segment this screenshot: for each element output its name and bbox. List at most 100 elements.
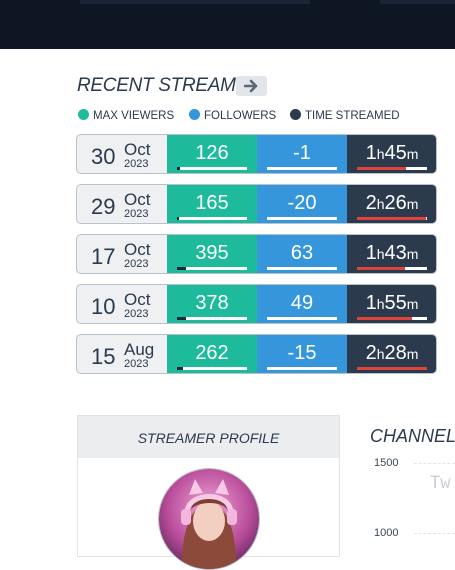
- stream-row[interactable]: 30 Oct 2023 126 -1 1h45m: [76, 134, 437, 174]
- legend-label: FOLLOWERS: [204, 110, 277, 122]
- followers-bar: [267, 317, 337, 320]
- max-viewers-value: 378: [195, 292, 229, 314]
- stream-day: 29: [91, 194, 116, 219]
- followers-bar: [267, 367, 337, 370]
- hours-unit: h: [376, 246, 385, 262]
- nav-strip: [80, 0, 310, 4]
- time-streamed-cell: 2h26m: [347, 185, 436, 223]
- stream-day: 10: [91, 294, 116, 319]
- viewers-bar-fill: [177, 267, 187, 270]
- minutes-unit: m: [406, 146, 419, 162]
- viewers-bar: [177, 317, 247, 320]
- time-bar: [357, 167, 427, 170]
- hours-unit: h: [376, 296, 385, 312]
- viewers-bar-fill: [177, 217, 179, 220]
- followers-value: -20: [287, 192, 317, 214]
- stream-month: Oct: [124, 290, 151, 309]
- view-all-streams-button[interactable]: [236, 76, 267, 96]
- max-viewers-value: 262: [195, 342, 229, 364]
- legend-dot: [290, 109, 301, 120]
- time-streamed-value: 1h43m: [347, 242, 436, 265]
- followers-cell: 63: [257, 235, 347, 273]
- max-viewers-cell: 395: [167, 235, 257, 273]
- followers-value: -1: [293, 142, 311, 164]
- max-viewers-cell: 378: [167, 285, 257, 323]
- hours-unit: h: [376, 146, 385, 162]
- minutes-value: 45: [384, 142, 407, 164]
- stream-year: 2023: [124, 258, 149, 270]
- max-viewers-value: 126: [195, 142, 229, 164]
- viewers-bar: [177, 267, 247, 270]
- stream-year: 2023: [124, 158, 149, 170]
- legend-followers: FOLLOWERS: [189, 108, 276, 124]
- stream-date: 15 Aug 2023: [77, 335, 167, 373]
- y-tick-label: 1000: [374, 527, 399, 539]
- legend-max-viewers: MAX VIEWERS: [78, 108, 174, 124]
- stream-date: 10 Oct 2023: [77, 285, 167, 323]
- stream-day: 15: [91, 344, 116, 369]
- time-streamed-cell: 1h45m: [347, 135, 436, 173]
- top-navigation-bar: [0, 0, 455, 49]
- hours-unit: h: [376, 196, 385, 212]
- minutes-unit: m: [406, 196, 419, 212]
- followers-value: 49: [290, 292, 314, 314]
- followers-cell: -1: [257, 135, 347, 173]
- arrow-right-icon: [244, 79, 258, 93]
- chart-watermark: Tw: [430, 473, 451, 493]
- y-tick-label: 1500: [374, 457, 399, 469]
- time-streamed-value: 2h28m: [347, 342, 436, 365]
- avatar[interactable]: [158, 468, 260, 570]
- max-viewers-cell: 165: [167, 185, 257, 223]
- hours-unit: h: [376, 346, 385, 362]
- legend-dot: [189, 109, 200, 120]
- time-bar-fill: [357, 167, 406, 170]
- time-streamed-cell: 2h28m: [347, 335, 436, 373]
- max-viewers-value: 165: [195, 192, 229, 214]
- time-streamed-value: 2h26m: [347, 192, 436, 215]
- stream-date: 17 Oct 2023: [77, 235, 167, 273]
- time-bar-fill: [357, 367, 427, 370]
- max-viewers-value: 395: [195, 242, 229, 264]
- avatar-image: [159, 469, 259, 569]
- time-bar: [357, 317, 427, 320]
- viewers-bar-fill: [177, 167, 180, 170]
- stream-day: 30: [91, 144, 116, 169]
- legend-dot: [78, 109, 89, 120]
- time-bar-fill: [357, 217, 426, 220]
- minutes-value: 55: [384, 292, 407, 314]
- hours-value: 2: [365, 192, 377, 214]
- viewers-bar: [177, 367, 247, 370]
- viewers-bar-fill: [177, 317, 187, 320]
- stream-row[interactable]: 10 Oct 2023 378 49 1h55m: [76, 284, 437, 324]
- followers-cell: 49: [257, 285, 347, 323]
- minutes-unit: m: [406, 246, 419, 262]
- followers-cell: -20: [257, 185, 347, 223]
- hours-value: 2: [365, 342, 377, 364]
- viewers-bar: [177, 217, 247, 220]
- time-bar: [357, 267, 427, 270]
- viewers-bar: [177, 167, 247, 170]
- followers-value: 63: [290, 242, 314, 264]
- max-viewers-cell: 126: [167, 135, 257, 173]
- time-bar-fill: [357, 267, 406, 270]
- time-streamed-value: 1h45m: [347, 142, 436, 165]
- stream-row[interactable]: 29 Oct 2023 165 -20 2h26m: [76, 184, 437, 224]
- stream-row[interactable]: 15 Aug 2023 262 -15 2h28m: [76, 334, 437, 374]
- stream-month: Oct: [124, 240, 151, 259]
- stream-month: Aug: [124, 340, 155, 359]
- stream-row[interactable]: 17 Oct 2023 395 63 1h43m: [76, 234, 437, 274]
- time-streamed-value: 1h55m: [347, 292, 436, 315]
- time-bar: [357, 367, 427, 370]
- followers-cell: -15: [257, 335, 347, 373]
- followers-bar: [267, 217, 337, 220]
- gridline: [414, 533, 455, 534]
- minutes-value: 28: [384, 342, 407, 364]
- stream-year: 2023: [124, 308, 149, 320]
- minutes-unit: m: [406, 346, 419, 362]
- stream-year: 2023: [124, 208, 149, 220]
- stream-month: Oct: [124, 190, 151, 209]
- time-bar-fill: [357, 317, 412, 320]
- followers-bar: [267, 267, 337, 270]
- streamer-profile-title: STREAMER PROFILE: [137, 430, 280, 446]
- stream-date: 29 Oct 2023: [77, 185, 167, 223]
